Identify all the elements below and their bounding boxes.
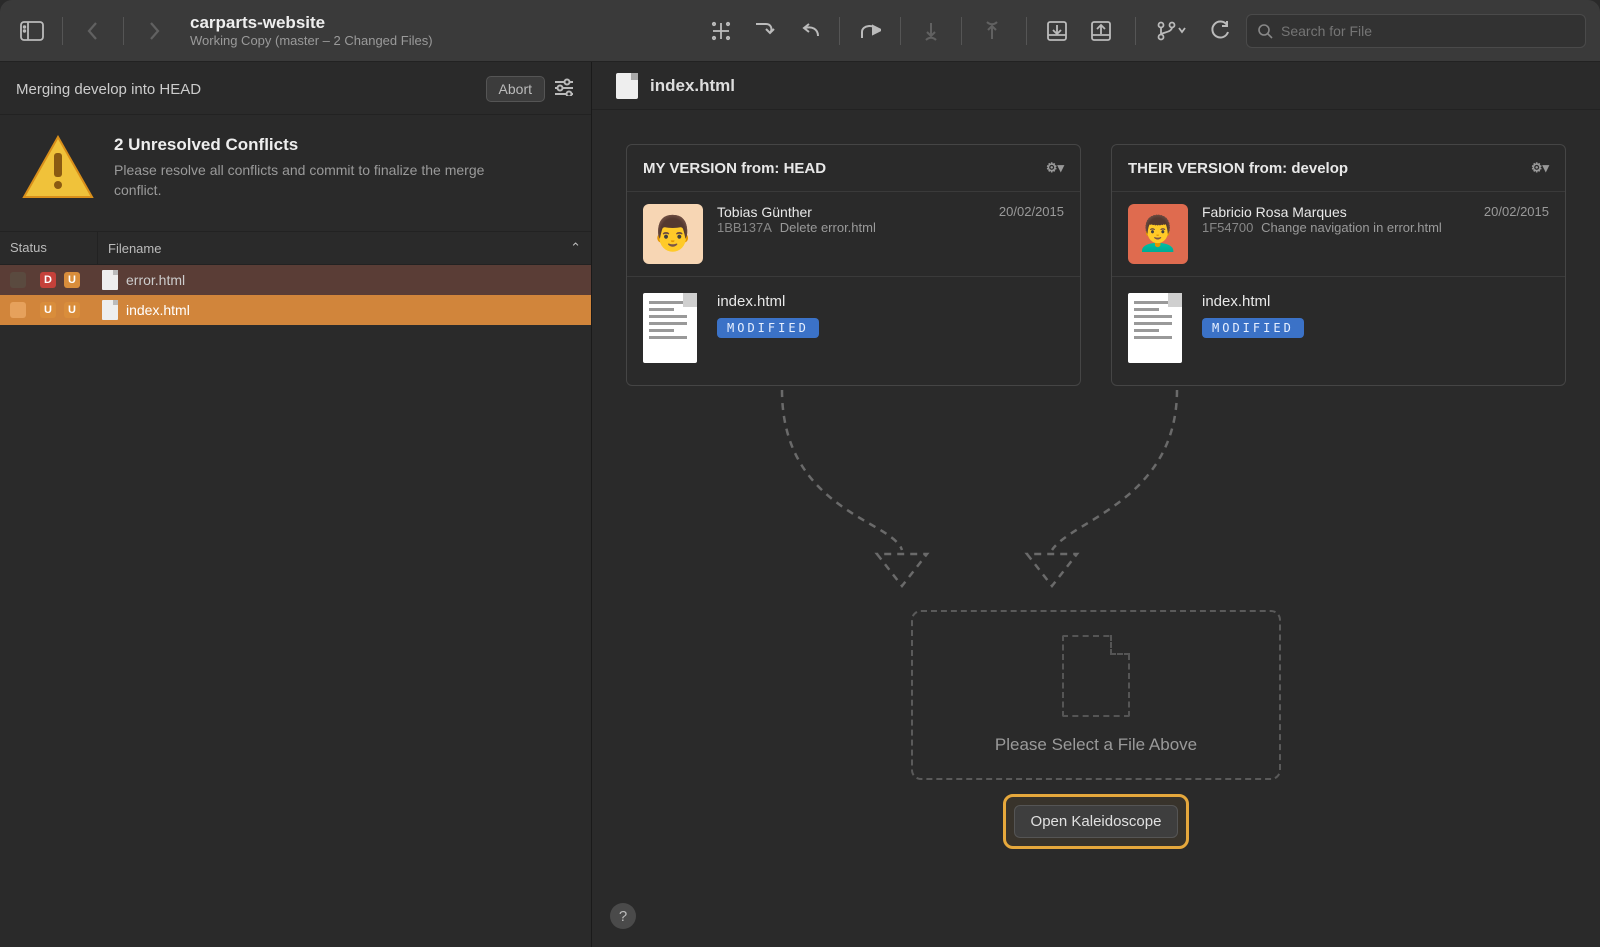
file-outline-icon (1062, 635, 1130, 717)
file-icon (102, 270, 118, 290)
drop-text: Please Select a File Above (995, 735, 1197, 755)
repo-name: carparts-website (190, 13, 433, 33)
modified-badge: MODIFIED (717, 318, 819, 338)
commit-hash: 1BB137A (717, 220, 772, 235)
file-icon (102, 300, 118, 320)
their-version-heading: THEIR VERSION from: develop (1128, 160, 1348, 177)
help-icon[interactable]: ? (610, 903, 636, 929)
commit-author: Tobias Günther (717, 204, 812, 220)
file-icon (616, 73, 638, 99)
left-pane: Merging develop into HEAD Abort 2 Unreso… (0, 62, 592, 947)
undo-icon[interactable] (791, 13, 827, 49)
commit-date: 20/02/2015 (999, 204, 1064, 219)
col-status[interactable]: Status (0, 232, 98, 264)
right-filename: index.html (650, 76, 735, 96)
settings-icon[interactable] (553, 78, 575, 100)
stage-checkbox[interactable] (10, 272, 26, 288)
search-input[interactable] (1281, 23, 1575, 39)
right-pane: index.html MY VERSION from: HEAD ⚙︎▾ 👨 T… (592, 62, 1600, 947)
toolbar: carparts-website Working Copy (master – … (0, 0, 1600, 62)
version-file-name: index.html (717, 293, 819, 310)
back-icon[interactable] (75, 13, 111, 49)
forward-icon[interactable] (136, 13, 172, 49)
inbox-down-icon[interactable] (1039, 13, 1075, 49)
file-row-index[interactable]: U U index.html (0, 295, 591, 325)
stage-checkbox[interactable] (10, 302, 26, 318)
highlighted-action: Open Kaleidoscope (1003, 794, 1190, 849)
conflict-title: 2 Unresolved Conflicts (114, 135, 514, 155)
status-badge-u: U (64, 272, 80, 288)
file-name: error.html (126, 272, 185, 288)
merge-title: Merging develop into HEAD (16, 81, 201, 98)
commit-author: Fabricio Rosa Marques (1202, 204, 1347, 220)
gear-icon[interactable]: ⚙︎▾ (1531, 160, 1549, 176)
quick-actions-icon[interactable] (703, 13, 739, 49)
refresh-icon[interactable] (1202, 13, 1238, 49)
drop-target[interactable]: Please Select a File Above (911, 610, 1281, 780)
repo-title-block: carparts-website Working Copy (master – … (190, 13, 433, 48)
status-badge-u: U (64, 302, 80, 318)
warning-icon (22, 135, 94, 207)
their-version-card: THEIR VERSION from: develop ⚙︎▾ 👨‍🦱 Fabr… (1111, 144, 1566, 386)
modified-badge: MODIFIED (1202, 318, 1304, 338)
merge-arrows (592, 390, 1600, 610)
status-badge-d: D (40, 272, 56, 288)
gear-icon[interactable]: ⚙︎▾ (1046, 160, 1064, 176)
conflict-body: Please resolve all conflicts and commit … (114, 161, 514, 200)
sidebar-toggle-icon[interactable] (14, 13, 50, 49)
file-name: index.html (126, 302, 190, 318)
branch-menu-icon[interactable] (1148, 13, 1194, 49)
status-badge-u: U (40, 302, 56, 318)
stash-down-icon[interactable] (913, 13, 949, 49)
file-table-header: Status Filename ⌃ (0, 231, 591, 265)
sort-asc-icon: ⌃ (570, 240, 581, 256)
document-icon (643, 293, 697, 363)
commit-date: 20/02/2015 (1484, 204, 1549, 219)
stash-up-icon[interactable] (974, 13, 1010, 49)
col-filename[interactable]: Filename ⌃ (98, 232, 591, 264)
avatar: 👨 (643, 204, 703, 264)
search-field[interactable] (1246, 14, 1586, 48)
commit-message: Change navigation in error.html (1261, 220, 1442, 235)
push-icon[interactable] (852, 13, 888, 49)
abort-button[interactable]: Abort (486, 76, 545, 102)
search-icon (1257, 23, 1273, 39)
document-icon (1128, 293, 1182, 363)
pull-icon[interactable] (747, 13, 783, 49)
avatar: 👨‍🦱 (1128, 204, 1188, 264)
file-row-error[interactable]: D U error.html (0, 265, 591, 295)
commit-hash: 1F54700 (1202, 220, 1253, 235)
version-file-name: index.html (1202, 293, 1304, 310)
commit-message: Delete error.html (780, 220, 876, 235)
open-kaleidoscope-button[interactable]: Open Kaleidoscope (1014, 805, 1179, 838)
inbox-up-icon[interactable] (1083, 13, 1119, 49)
repo-subtitle: Working Copy (master – 2 Changed Files) (190, 33, 433, 48)
my-version-heading: MY VERSION from: HEAD (643, 160, 826, 177)
my-version-card: MY VERSION from: HEAD ⚙︎▾ 👨 Tobias Günth… (626, 144, 1081, 386)
